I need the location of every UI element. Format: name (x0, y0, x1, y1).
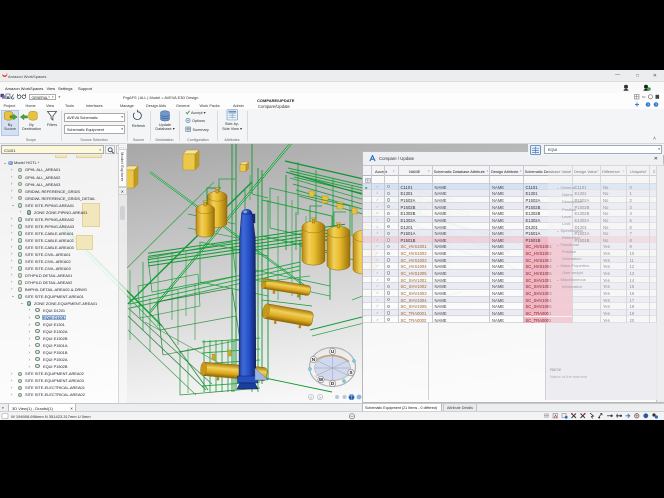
svg-text:S: S (349, 370, 352, 375)
svg-text:N: N (312, 357, 315, 362)
svg-text:U: U (331, 349, 334, 354)
